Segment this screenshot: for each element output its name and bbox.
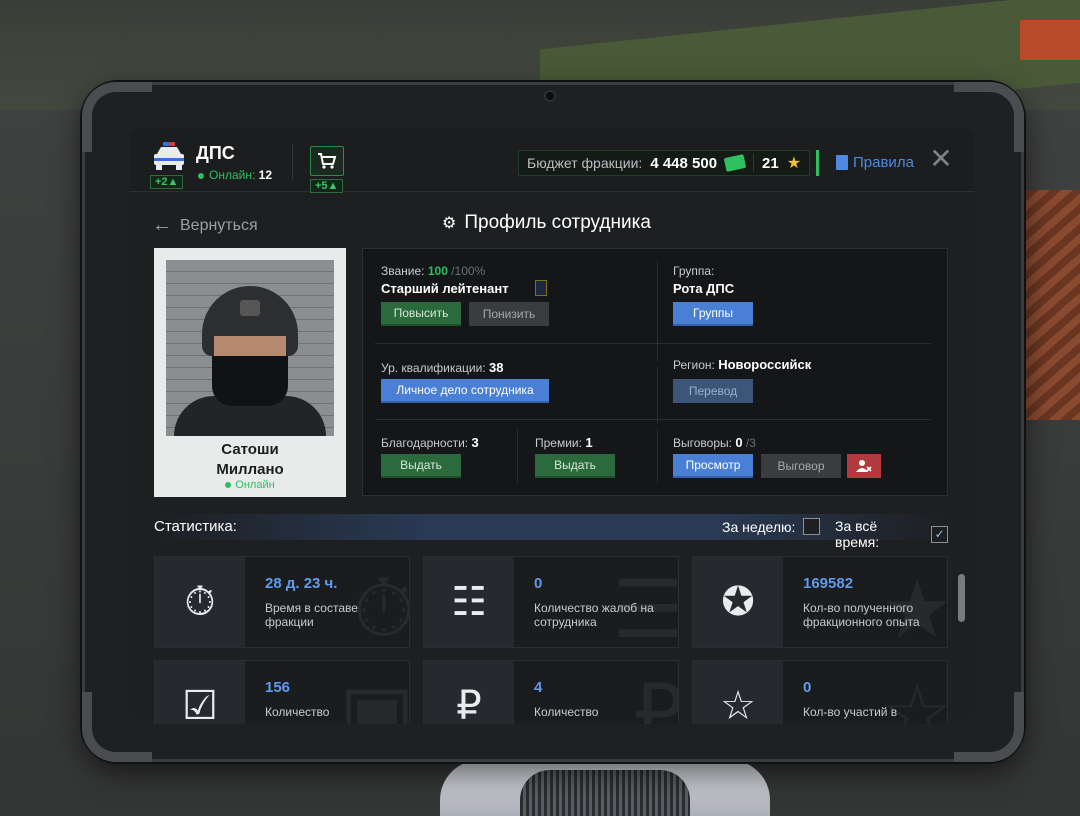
faction-budget: Бюджет фракции: 4 448 500 21 ★ (518, 150, 811, 176)
statistics-bar: Статистика: За неделю: За всё время: ✓ (154, 514, 948, 550)
stopwatch-icon: ⏱ (155, 557, 245, 647)
thanks-label: Благодарности: 3 (381, 435, 479, 450)
stat-card: ▣ ☑ 156 Количество (154, 660, 410, 724)
statistics-title: Статистика: (154, 518, 237, 535)
star-outline-icon: ☆ (693, 661, 783, 724)
demote-button[interactable]: Понизить (469, 302, 549, 326)
document-icon (836, 155, 848, 170)
complaint-icon: ☷ (424, 557, 514, 647)
documents-icon: ₽ (424, 661, 514, 724)
group-value: Рота ДПС (673, 281, 735, 296)
stat-card: ☆ ☆ 0 Кол-во участий в (692, 660, 948, 724)
stars-value: 21 (762, 154, 779, 172)
promote-button[interactable]: Повысить (381, 302, 461, 326)
faction-name: ДПС (196, 143, 235, 163)
budget-label: Бюджет фракции: (527, 155, 643, 171)
employee-name: Сатоши Миллано (216, 441, 284, 478)
cart-count-badge: +5▲ (310, 179, 344, 193)
all-time-filter[interactable]: За всё время: ✓ (835, 518, 948, 550)
car-count-badge: +2▲ (150, 175, 184, 189)
groups-button[interactable]: Группы (673, 302, 753, 326)
bonus-label: Премии: 1 (535, 435, 593, 450)
stat-card: ⏱ ⏱ 28 д. 23 ч. Время в составе фракции (154, 556, 410, 648)
group-label: Группа: (673, 264, 715, 278)
region-label: Регион: Новороссийск (673, 357, 812, 372)
user-remove-icon (856, 460, 872, 472)
arrow-left-icon: ← (152, 214, 172, 236)
star-icon: ★ (786, 155, 802, 172)
qualification-label: Ур. квалификации: 38 (381, 360, 504, 375)
give-thanks-button[interactable]: Выдать (381, 454, 461, 478)
all-time-checkbox[interactable]: ✓ (931, 525, 948, 543)
exp-icon: ✪ (693, 557, 783, 647)
week-filter[interactable]: За неделю: (722, 518, 821, 535)
week-checkbox[interactable] (803, 518, 821, 535)
rules-link[interactable]: Правила (836, 154, 914, 171)
mugshot-image (166, 260, 334, 436)
scrollbar-thumb[interactable] (958, 574, 965, 622)
employee-online-status: Онлайн (154, 479, 346, 491)
tablet-camera (544, 90, 556, 102)
view-reprimands-button[interactable]: Просмотр (673, 454, 753, 478)
employee-photo-card: Сатоши Миллано Онлайн (154, 248, 346, 497)
money-icon (723, 154, 747, 172)
shop-cart-button[interactable] (310, 146, 344, 176)
transfer-button[interactable]: Перевод (673, 379, 753, 403)
back-button[interactable]: ← Вернуться (152, 214, 258, 237)
police-car-bumper (440, 760, 770, 816)
rank-name: Старший лейтенант (381, 281, 509, 296)
rank-insignia-icon (535, 280, 547, 296)
remove-user-button[interactable] (847, 454, 881, 478)
stat-card: ☰ ☷ 0 Количество жалоб на сотрудника (423, 556, 679, 648)
close-icon[interactable]: ✕ (928, 145, 954, 173)
tablet-screen: +2▲ ДПС Онлайн: 12 +5▲ Бюджет фракции: 4… (130, 128, 974, 724)
divider (292, 144, 293, 180)
police-car-icon (154, 142, 184, 170)
faction-header: +2▲ ДПС Онлайн: 12 +5▲ Бюджет фракции: 4… (130, 128, 974, 193)
stat-card: ★ ✪ 169582 Кол-во полученного фракционно… (692, 556, 948, 648)
reprimand-label: Выговоры: 0 /3 (673, 435, 756, 450)
gear-icon: ⚙ (442, 215, 457, 232)
employee-info-panel: Звание: 100 /100% Старший лейтенант Повы… (362, 248, 948, 496)
budget-value: 4 448 500 (650, 154, 718, 172)
reprimand-button[interactable]: Выговор (761, 454, 841, 478)
give-bonus-button[interactable]: Выдать (535, 454, 615, 478)
online-dot-icon (198, 172, 204, 179)
clipboard-icon: ☑ (155, 661, 245, 724)
cart-icon (318, 153, 337, 169)
page-title: ⚙ Профиль сотрудника (442, 212, 651, 233)
personal-file-button[interactable]: Личное дело сотрудника (381, 379, 549, 403)
online-status: Онлайн: 12 (198, 168, 272, 182)
stat-card: ₽ ₽ 4 Количество (423, 660, 679, 724)
rank-label: Звание: 100 /100% (381, 264, 486, 278)
